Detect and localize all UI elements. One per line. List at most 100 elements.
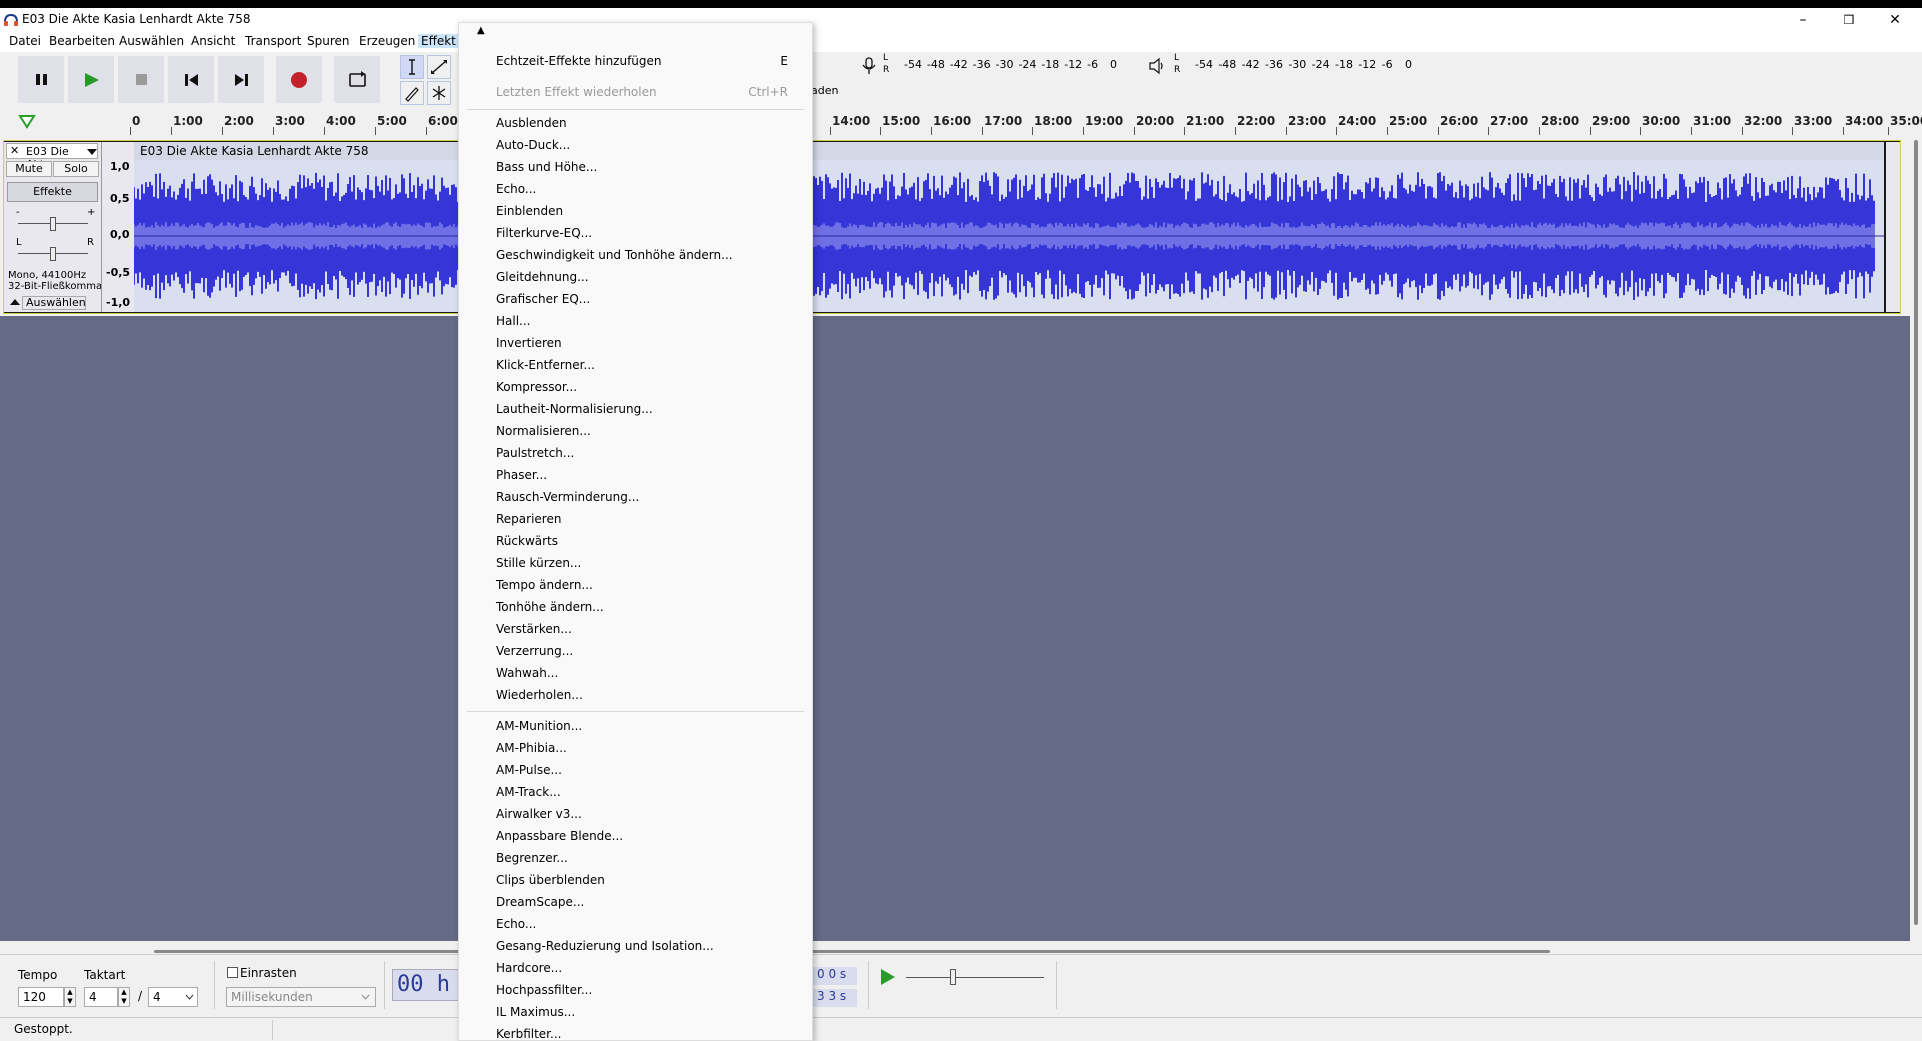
menu-item-plugins-8[interactable]: DreamScape...	[496, 895, 584, 909]
menu-item-builtin-19[interactable]: Rückwärts	[496, 534, 558, 548]
minimize-button[interactable]: –	[1780, 8, 1826, 32]
multi-tool[interactable]	[427, 81, 451, 105]
menu-item-builtin-13[interactable]: Lautheit-Normalisierung...	[496, 402, 653, 416]
menu-item-builtin-5[interactable]: Filterkurve-EQ...	[496, 226, 592, 240]
menu-item-builtin-2[interactable]: Bass und Höhe...	[496, 160, 597, 174]
menu-item-builtin-23[interactable]: Verstärken...	[496, 622, 572, 636]
menu-item-builtin-25[interactable]: Wahwah...	[496, 666, 558, 680]
menu-item-builtin-21[interactable]: Tempo ändern...	[496, 578, 593, 592]
taktart-numerator-input[interactable]: 4	[84, 987, 118, 1007]
menu-item-builtin-0[interactable]: Ausblenden	[496, 116, 567, 130]
menu-item-builtin-20[interactable]: Stille kürzen...	[496, 556, 581, 570]
menu-item-builtin-9[interactable]: Hall...	[496, 314, 531, 328]
menu-item-plugins-1[interactable]: AM-Phibia...	[496, 741, 567, 755]
audio-clip[interactable]: E03 Die Akte Kasia Lenhardt Akte 758	[134, 142, 1884, 312]
menu-item-builtin-6[interactable]: Geschwindigkeit und Tonhöhe ändern...	[496, 248, 733, 262]
menu-item-plugins-5[interactable]: Anpassbare Blende...	[496, 829, 623, 843]
mute-button[interactable]: Mute	[6, 161, 52, 177]
vertical-scrollbar[interactable]	[1910, 140, 1922, 940]
gain-slider[interactable]	[50, 217, 56, 231]
selection-start-display[interactable]: 0 0 s	[813, 967, 857, 985]
menu-item-builtin-18[interactable]: Reparieren	[496, 512, 561, 526]
recording-meter[interactable]: -54 -48 -42 -36 -30 -24 -18 -12 -6 0	[890, 55, 1126, 75]
menu-item-builtin-11[interactable]: Klick-Entferner...	[496, 358, 595, 372]
vertical-scroll-thumb[interactable]	[1914, 140, 1918, 925]
waveform[interactable]	[134, 160, 1884, 312]
menu-item-builtin-14[interactable]: Normalisieren...	[496, 424, 591, 438]
menu-item-plugins-14[interactable]: Kerbfilter...	[496, 1027, 561, 1041]
menu-item-builtin-12[interactable]: Kompressor...	[496, 380, 577, 394]
menu-item-top-0[interactable]: Echtzeit-Effekte hinzufügen E	[459, 52, 812, 72]
pan-slider[interactable]	[50, 247, 56, 261]
menu-item-builtin-3[interactable]: Echo...	[496, 182, 536, 196]
amplitude-scale[interactable]: 1,0 0,5 0,0 -0,5 -1,0	[101, 142, 134, 312]
collapse-icon[interactable]	[10, 298, 20, 306]
maximize-button[interactable]: ❒	[1826, 8, 1872, 32]
menu-item-plugins-12[interactable]: Hochpassfilter...	[496, 983, 592, 997]
playback-meter[interactable]: -54 -48 -42 -36 -30 -24 -18 -12 -6 0	[1181, 55, 1421, 75]
stop-button[interactable]	[118, 56, 164, 103]
select-track-button[interactable]: Auswählen	[22, 296, 86, 310]
menu-item-plugins-11[interactable]: Hardcore...	[496, 961, 562, 975]
selection-end-display[interactable]: 3 3 s	[813, 989, 857, 1007]
menu-ansicht[interactable]: Ansicht	[191, 34, 235, 48]
menu-item-plugins-3[interactable]: AM-Track...	[496, 785, 561, 799]
menu-auswaehlen[interactable]: Auswählen	[119, 34, 184, 48]
close-button[interactable]: ✕	[1872, 8, 1918, 32]
menu-item-builtin-15[interactable]: Paulstretch...	[496, 446, 574, 460]
menu-item-plugins-10[interactable]: Gesang-Reduzierung und Isolation...	[496, 939, 714, 953]
pause-button[interactable]	[18, 56, 64, 103]
horizontal-scroll-thumb[interactable]	[154, 950, 1550, 953]
track-close-icon[interactable]: ✕	[10, 144, 19, 157]
menu-effekt[interactable]: Effekt	[418, 34, 459, 48]
menu-item-builtin-17[interactable]: Rausch-Verminderung...	[496, 490, 639, 504]
menu-item-builtin-8[interactable]: Grafischer EQ...	[496, 292, 590, 306]
menu-item-builtin-22[interactable]: Tonhöhe ändern...	[496, 600, 604, 614]
menu-item-builtin-7[interactable]: Gleitdehnung...	[496, 270, 589, 284]
taktart-denominator-select[interactable]: 4	[148, 987, 198, 1007]
effects-button[interactable]: Effekte	[7, 182, 98, 202]
menu-item-plugins-6[interactable]: Begrenzer...	[496, 851, 568, 865]
play-button[interactable]	[68, 56, 114, 103]
time-display[interactable]: 00 h 0	[392, 969, 476, 1001]
menu-transport[interactable]: Transport	[245, 34, 301, 48]
menu-item-plugins-0[interactable]: AM-Munition...	[496, 719, 582, 733]
menu-item-plugins-2[interactable]: AM-Pulse...	[496, 763, 562, 777]
horizontal-scrollbar[interactable]	[0, 941, 1922, 954]
chevron-down-icon[interactable]	[87, 148, 97, 156]
record-button[interactable]	[276, 56, 322, 103]
menu-item-plugins-13[interactable]: IL Maximus...	[496, 1005, 575, 1019]
menu-item-plugins-7[interactable]: Clips überblenden	[496, 873, 605, 887]
menu-scroll-up-icon[interactable]: ▲	[477, 25, 485, 36]
menu-erzeugen[interactable]: Erzeugen	[359, 34, 415, 48]
loop-button[interactable]	[334, 56, 380, 103]
skip-to-end-button[interactable]	[218, 56, 264, 103]
selection-tool[interactable]	[400, 55, 424, 79]
timeline-options-icon[interactable]	[18, 113, 36, 129]
speaker-icon[interactable]	[1147, 54, 1167, 78]
menu-item-builtin-16[interactable]: Phaser...	[496, 468, 547, 482]
taktart-stepper[interactable]: ▲ ▼	[118, 987, 130, 1007]
menu-bearbeiten[interactable]: Bearbeiten	[49, 34, 115, 48]
solo-button[interactable]: Solo	[53, 161, 99, 177]
tempo-stepper[interactable]: ▲ ▼	[64, 987, 76, 1007]
microphone-icon[interactable]	[859, 54, 879, 78]
snap-checkbox[interactable]	[227, 967, 238, 978]
empty-track-area[interactable]	[0, 316, 1910, 941]
menu-item-plugins-9[interactable]: Echo...	[496, 917, 536, 931]
menu-item-plugins-4[interactable]: Airwalker v3...	[496, 807, 582, 821]
track-resize-handle[interactable]	[1886, 142, 1900, 312]
menu-datei[interactable]: Datei	[9, 34, 41, 48]
tempo-input[interactable]: 120	[18, 987, 64, 1007]
playback-speed-slider[interactable]	[950, 969, 956, 985]
snap-unit-select[interactable]: Millisekunden	[226, 987, 376, 1007]
clip-title[interactable]: E03 Die Akte Kasia Lenhardt Akte 758	[134, 142, 1884, 160]
timeline-ruler[interactable]: 0 1:00 2:00 3:00 4:00 5:00 6:00 14:00 15:00 16:00…	[0, 111, 1922, 135]
menu-spuren[interactable]: Spuren	[307, 34, 350, 48]
draw-tool[interactable]	[400, 81, 424, 105]
menu-item-builtin-1[interactable]: Auto-Duck...	[496, 138, 570, 152]
menu-item-builtin-24[interactable]: Verzerrung...	[496, 644, 573, 658]
menu-item-builtin-10[interactable]: Invertieren	[496, 336, 562, 350]
menu-item-builtin-4[interactable]: Einblenden	[496, 204, 563, 218]
skip-to-start-button[interactable]	[168, 56, 214, 103]
